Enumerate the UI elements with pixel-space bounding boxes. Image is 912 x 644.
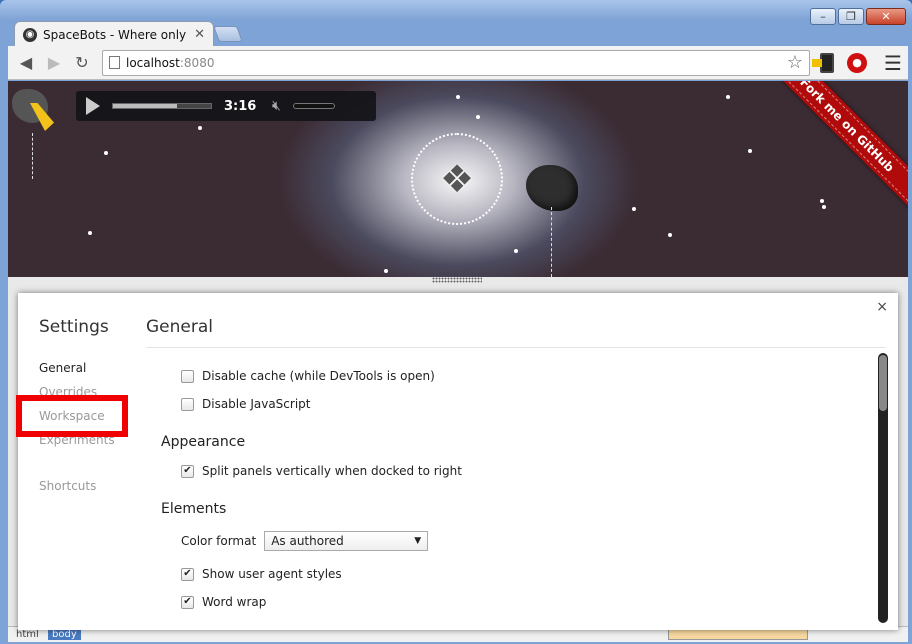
hamburger-menu-icon[interactable]: ☰ [884,51,902,75]
star-dot [748,149,752,153]
breadcrumb-html[interactable]: html [12,629,43,640]
word-wrap-option[interactable]: ✔ Word wrap [181,595,266,609]
scrollbar-thumb[interactable] [879,355,887,411]
url-host: localhost [126,55,180,70]
seek-bar[interactable] [112,103,212,109]
stop-extension-icon[interactable]: ● [844,50,870,76]
show-ua-styles-checkbox[interactable]: ✔ [181,567,194,581]
split-panels-label: Split panels vertically when docked to r… [202,464,462,478]
scrollbar[interactable] [878,353,888,623]
star-dot [384,269,388,273]
appearance-heading: Appearance [161,434,246,450]
play-icon[interactable] [86,97,100,115]
settings-dialog: × Settings General Overrides Workspace E… [18,293,898,630]
star-dot [726,95,730,99]
dropdown-arrow-icon: ▼ [414,536,422,546]
settings-title: Settings [39,317,109,337]
audio-player: 3:16 🔇︎ [76,91,376,121]
disable-js-option[interactable]: Disable JavaScript [181,397,310,411]
color-format-select[interactable]: As authored ▼ [264,531,429,551]
ribbon-label: Fork me on GitHub [797,81,897,175]
spacebots-logo: ❖ [411,133,503,225]
split-panels-option[interactable]: ✔ Split panels vertically when docked to… [181,464,462,478]
tether-line [32,133,33,179]
star-dot [198,126,202,130]
disable-js-label: Disable JavaScript [202,397,311,411]
new-tab-button[interactable] [213,26,243,42]
close-window-button[interactable]: ✕ [866,8,906,25]
tab-title: SpaceBots - Where only li [43,27,189,42]
browser-window: – ❐ ✕ ◉ SpaceBots - Where only li ✕ ◀ ▶ … [0,0,912,644]
resize-handle[interactable] [432,277,482,283]
disable-cache-label: Disable cache (while DevTools is open) [202,369,435,383]
disable-cache-option[interactable]: Disable cache (while DevTools is open) [181,369,435,383]
broom-icon[interactable] [12,89,56,135]
page-icon [109,56,120,69]
mobile-extension-icon[interactable] [812,50,840,76]
split-panels-checkbox[interactable]: ✔ [181,464,194,478]
forward-arrow-icon[interactable]: ▶ [42,51,66,75]
word-wrap-checkbox[interactable]: ✔ [181,595,194,609]
disable-js-checkbox[interactable] [181,397,194,411]
star-dot [668,233,672,237]
bookmark-star-icon[interactable]: ☆ [787,52,803,73]
toolbar: ◀ ▶ ↻ localhost :8080 ☆ ● ☰ [8,46,908,80]
color-format-value: As authored [271,534,344,548]
seek-fill [113,104,177,108]
word-wrap-label: Word wrap [202,595,267,609]
disable-cache-checkbox[interactable] [181,369,194,383]
mute-icon[interactable]: 🔇︎ [272,98,281,114]
browser-tab[interactable]: ◉ SpaceBots - Where only li ✕ [14,21,214,47]
star-dot [456,95,460,99]
star-dot [632,207,636,211]
star-dot [88,231,92,235]
address-bar[interactable]: localhost :8080 ☆ [102,49,810,76]
color-format-label: Color format [181,534,257,548]
star-dot [820,199,824,203]
show-ua-styles-option[interactable]: ✔ Show user agent styles [181,567,342,581]
elements-heading: Elements [161,501,227,517]
url-port: :8080 [179,55,215,70]
show-ua-styles-label: Show user agent styles [202,567,342,581]
minimize-button[interactable]: – [810,8,836,25]
breadcrumb-body[interactable]: body [48,629,81,640]
star-dot [514,249,518,253]
time-readout: 3:16 [224,98,257,114]
star-dot [104,151,108,155]
close-tab-icon[interactable]: ✕ [194,27,205,42]
back-arrow-icon[interactable]: ◀ [14,51,38,75]
window-controls: – ❐ ✕ [810,8,906,25]
divider [146,347,886,348]
star-dot [822,205,826,209]
nav-item-shortcuts[interactable]: Shortcuts [39,479,115,503]
settings-content: Disable cache (while DevTools is open) D… [146,357,876,627]
reload-icon[interactable]: ↻ [70,51,94,75]
star-dot [476,115,480,119]
asteroid [526,165,578,211]
github-ribbon[interactable]: Fork me on GitHub [762,81,908,210]
tether-line [551,207,552,277]
globe-icon: ◉ [23,27,37,42]
volume-slider[interactable] [292,103,335,109]
page-viewport: 3:16 🔇︎ ❖ Fork me on GitHub [8,81,908,277]
close-dialog-icon[interactable]: × [876,299,888,315]
maximize-button[interactable]: ❐ [838,8,864,25]
section-title: General [146,317,213,337]
nav-item-general[interactable]: General [39,361,115,385]
workspace-highlight-box [16,395,128,437]
color-format-row: Color format As authored ▼ [181,531,429,551]
